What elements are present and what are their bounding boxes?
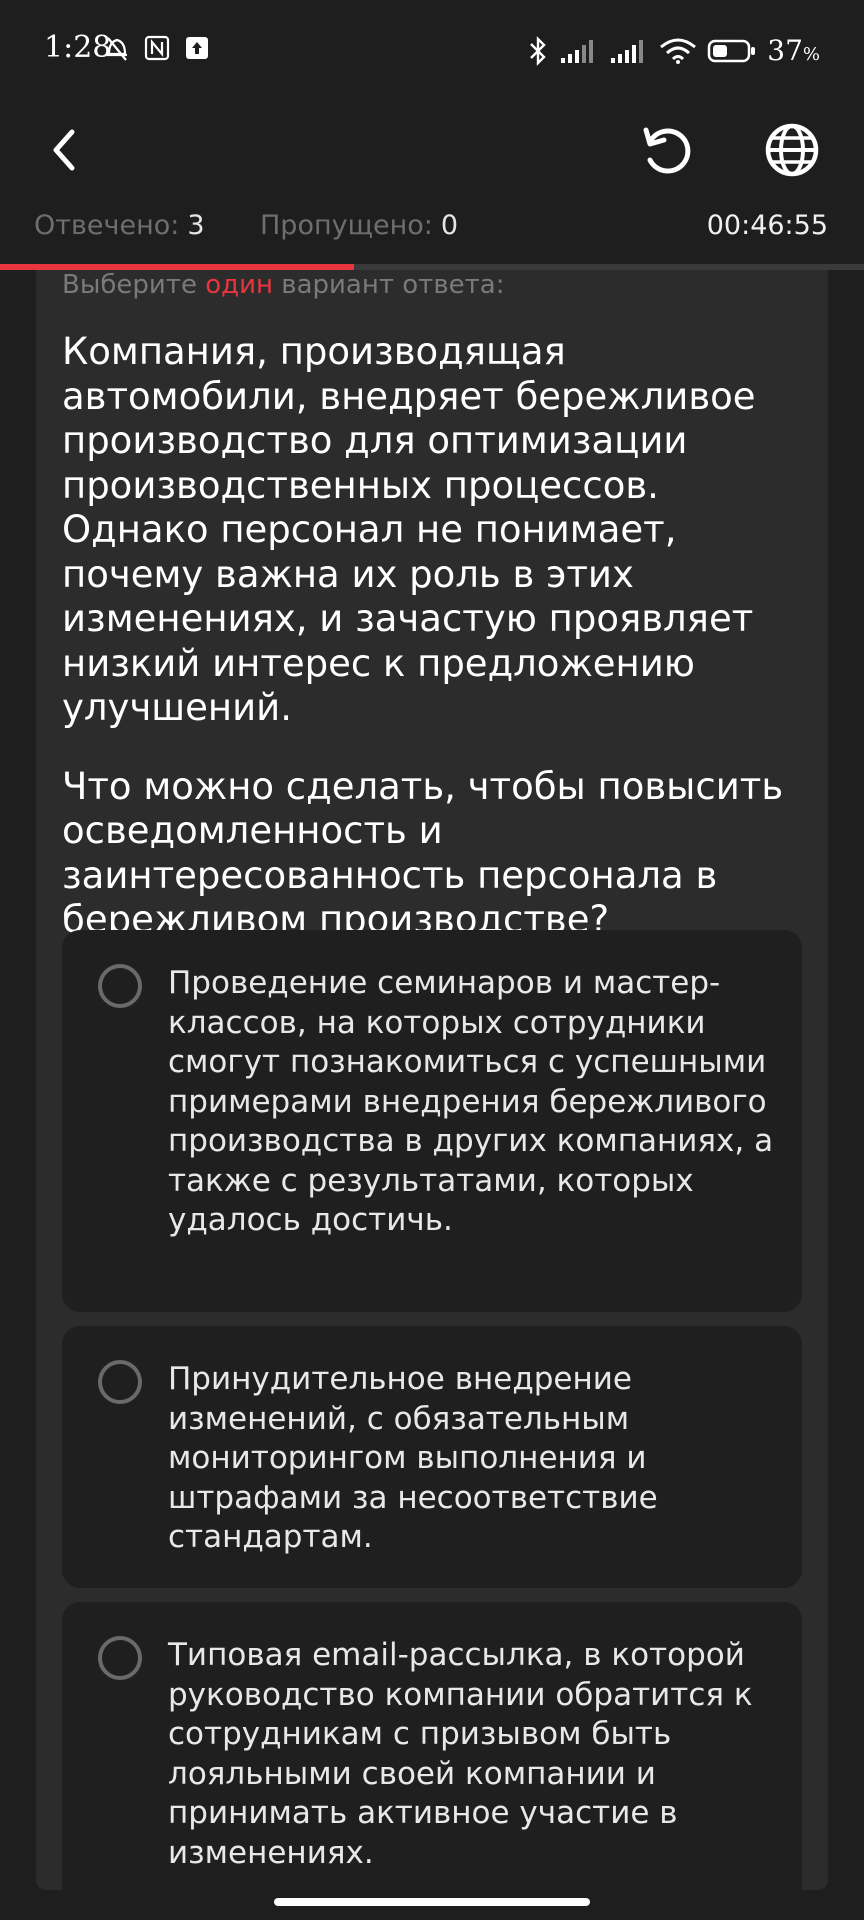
wifi-icon — [660, 38, 697, 64]
question-text: Компания, производящая автомобили, внедр… — [62, 330, 812, 943]
question-paragraph-prompt: Что можно сделать, чтобы повысить осведо… — [62, 764, 784, 942]
status-right-icons: 37% — [527, 34, 820, 67]
timer: 00:46:55 — [706, 210, 828, 241]
bell-off-icon — [107, 37, 127, 61]
answered-count: Отвечено: 3 — [34, 210, 205, 241]
answer-option-1[interactable]: Проведение семинаров и мастер-классов, н… — [62, 930, 802, 1312]
battery-icon — [708, 39, 756, 62]
signal-icon — [561, 39, 594, 63]
toolbar: Отвечено: 3 Пропущено: 0 00:46:55 — [0, 100, 864, 280]
globe-icon[interactable] — [760, 118, 824, 182]
chevron-left-icon[interactable] — [40, 118, 88, 182]
upload-notification-icon — [186, 37, 208, 59]
radio-button[interactable] — [98, 964, 142, 1008]
radio-button[interactable] — [98, 1360, 142, 1404]
skipped-count: Пропущено: 0 — [260, 210, 459, 241]
quiz-screen: 1:28 37% Отвечено: 3 Пропущено: 0 00:46:… — [0, 0, 864, 1920]
answer-option-2[interactable]: Принудительное внедрение изменений, с об… — [62, 1326, 802, 1588]
nfc-icon — [144, 35, 170, 61]
status-bar: 1:28 37% — [0, 0, 864, 100]
answer-option-text: Типовая email-рассылка, в которой руково… — [168, 1637, 753, 1871]
bluetooth-icon — [530, 35, 546, 66]
home-indicator[interactable] — [274, 1898, 590, 1906]
status-left-icons — [104, 34, 210, 62]
instruction-text: Выберите один вариант ответа: — [62, 270, 505, 300]
question-paragraph-context: Компания, производящая автомобили, внедр… — [62, 330, 756, 729]
question-card: Выберите один вариант ответа: Компания, … — [36, 270, 828, 1890]
status-time: 1:28 — [44, 30, 112, 65]
answer-option-text: Принудительное внедрение изменений, с об… — [168, 1361, 658, 1555]
answer-option-text: Проведение семинаров и мастер-классов, н… — [168, 965, 774, 1238]
reset-icon[interactable] — [636, 118, 700, 182]
quiz-stats: Отвечено: 3 Пропущено: 0 00:46:55 — [0, 210, 864, 250]
radio-button[interactable] — [98, 1636, 142, 1680]
signal-icon — [611, 39, 644, 63]
battery-percent: 37% — [767, 34, 820, 67]
answer-option-3[interactable]: Типовая email-рассылка, в которой руково… — [62, 1602, 802, 1890]
